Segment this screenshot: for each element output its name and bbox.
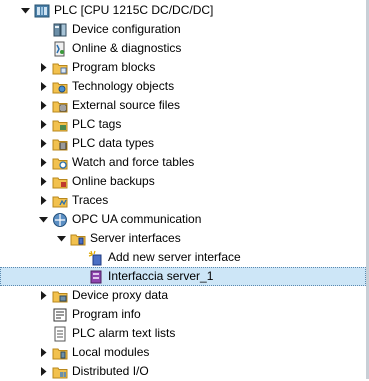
expand-arrow-right-icon[interactable]: [38, 177, 48, 187]
expand-arrow-down-icon[interactable]: [56, 234, 66, 244]
tree-node-label: Online & diagnostics: [72, 41, 182, 55]
expand-arrow-right-icon[interactable]: [38, 63, 48, 73]
tree-node-label: Online backups: [72, 174, 155, 188]
online-diagnostics-icon: [52, 41, 68, 57]
folder-icon: [52, 60, 68, 76]
server-interface-icon: [88, 269, 104, 285]
device-configuration-icon: [52, 22, 68, 38]
expand-arrow-down-icon[interactable]: [38, 215, 48, 225]
watch-force-tables-icon: [52, 155, 68, 171]
tree-node-label: Interfaccia server_1: [108, 269, 214, 283]
project-tree: PLC [CPU 1215C DC/DC/DC] Device configur…: [0, 0, 369, 379]
tree-node-label: External source files: [72, 98, 181, 112]
tree-node-external-source-files[interactable]: External source files: [0, 96, 366, 115]
tree-node-server-interfaces[interactable]: Server interfaces: [0, 229, 366, 248]
tree-node-label: Technology objects: [72, 79, 175, 93]
distributed-io-icon: [52, 364, 68, 380]
traces-icon: [52, 193, 68, 209]
expand-arrow-right-icon[interactable]: [38, 101, 48, 111]
technology-objects-icon: [52, 79, 68, 95]
tree-node-label: PLC data types: [72, 136, 155, 150]
expand-arrow-right-icon[interactable]: [38, 291, 48, 301]
tree-node-label: Distributed I/O: [72, 364, 149, 378]
expand-arrow-right-icon[interactable]: [38, 367, 48, 377]
tree-node-label: PLC [CPU 1215C DC/DC/DC]: [54, 3, 214, 17]
online-backups-icon: [52, 174, 68, 190]
tree-node-plc-tags[interactable]: PLC tags: [0, 115, 366, 134]
expand-arrow-right-icon[interactable]: [38, 139, 48, 149]
tree-node-label: Server interfaces: [90, 231, 181, 245]
tree-node-device-proxy-data[interactable]: Device proxy data: [0, 286, 366, 305]
expand-arrow-right-icon[interactable]: [38, 82, 48, 92]
opc-ua-icon: [52, 212, 68, 228]
expand-arrow-right-icon[interactable]: [38, 196, 48, 206]
tree-node-online-backups[interactable]: Online backups: [0, 172, 366, 191]
tree-node-plc-data-types[interactable]: PLC data types: [0, 134, 366, 153]
tree-node-local-modules[interactable]: Local modules: [0, 343, 366, 362]
tree-node-label: Local modules: [72, 345, 150, 359]
expand-arrow-right-icon[interactable]: [38, 120, 48, 130]
plc-data-types-icon: [52, 136, 68, 152]
tree-node-device-configuration[interactable]: Device configuration: [0, 20, 366, 39]
tree-node-label: Device proxy data: [72, 288, 169, 302]
tree-node-distributed-io[interactable]: Distributed I/O: [0, 362, 366, 381]
tree-node-opc-ua-communication[interactable]: OPC UA communication: [0, 210, 366, 229]
tree-node-plc-alarm-text-lists[interactable]: PLC alarm text lists: [0, 324, 366, 343]
expand-arrow-right-icon[interactable]: [38, 158, 48, 168]
local-modules-icon: [52, 345, 68, 361]
program-info-icon: [52, 307, 68, 323]
tree-node-traces[interactable]: Traces: [0, 191, 366, 210]
tree-node-label: OPC UA communication: [72, 212, 202, 226]
expand-arrow-down-icon[interactable]: [20, 6, 30, 16]
tree-node-program-blocks[interactable]: Program blocks: [0, 58, 366, 77]
expand-arrow-right-icon[interactable]: [38, 348, 48, 358]
tree-node-technology-objects[interactable]: Technology objects: [0, 77, 366, 96]
tree-node-label: Device configuration: [72, 22, 181, 36]
plc-tags-icon: [52, 117, 68, 133]
external-source-files-icon: [52, 98, 68, 114]
tree-node-label: PLC tags: [72, 117, 122, 131]
tree-node-add-new-server-interface[interactable]: Add new server interface: [0, 248, 366, 267]
tree-node-online-diagnostics[interactable]: Online & diagnostics: [0, 39, 366, 58]
tree-node-label: Traces: [72, 193, 109, 207]
tree-node-label: Program blocks: [72, 60, 156, 74]
tree-node-label: Watch and force tables: [72, 155, 195, 169]
tree-node-interfaccia-server-1[interactable]: Interfaccia server_1: [0, 267, 366, 286]
tree-node-label: Program info: [72, 307, 141, 321]
add-new-icon: [88, 250, 104, 266]
alarm-text-lists-icon: [52, 326, 68, 342]
plc-icon: [34, 3, 50, 19]
tree-node-watch-force-tables[interactable]: Watch and force tables: [0, 153, 366, 172]
tree-node-program-info[interactable]: Program info: [0, 305, 366, 324]
server-interfaces-folder-icon: [70, 231, 86, 247]
tree-node-label: PLC alarm text lists: [72, 326, 176, 340]
device-proxy-data-icon: [52, 288, 68, 304]
tree-node-label: Add new server interface: [108, 250, 241, 264]
tree-node-plc[interactable]: PLC [CPU 1215C DC/DC/DC]: [0, 1, 366, 20]
